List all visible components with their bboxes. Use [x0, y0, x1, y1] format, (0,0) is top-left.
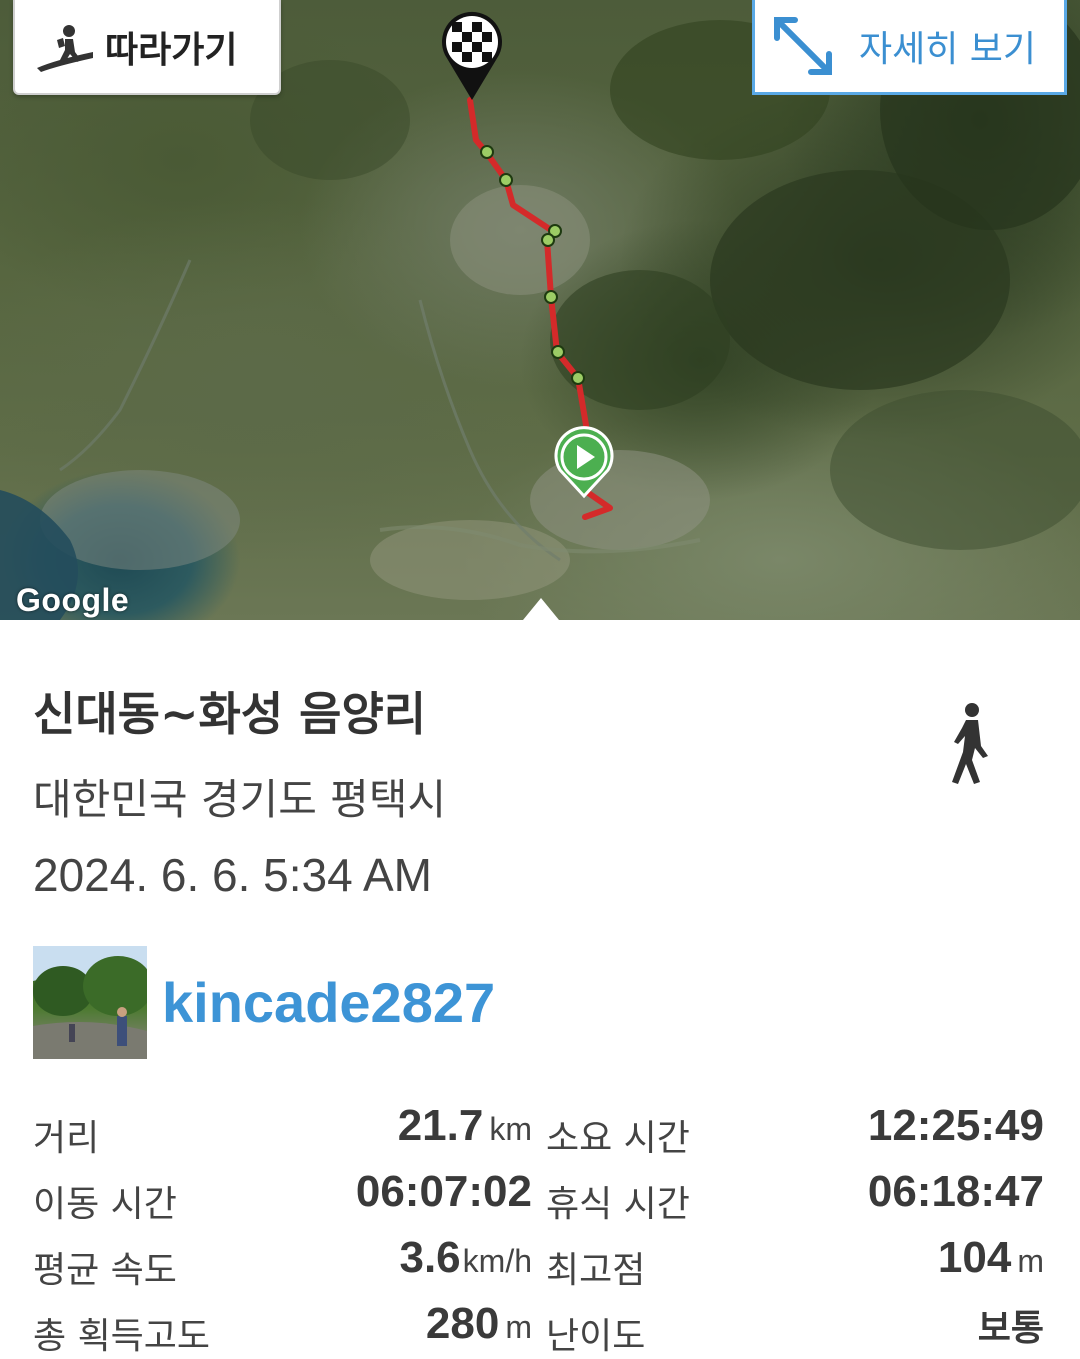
trail-info-panel: 신대동~화성 음양리 대한민국 경기도 평택시 2024. 6. 6. 5:34… — [0, 620, 1080, 1359]
follow-button-label: 따라가기 — [105, 29, 238, 71]
elevation-gain-label: 총 획득고도 — [33, 1316, 211, 1357]
distance-value: 21.7 km — [397, 1101, 532, 1150]
google-attribution: Google — [16, 582, 130, 618]
rest-time-value: 06:18:47 — [867, 1167, 1044, 1216]
elevation-gain-value: 280 m — [425, 1299, 532, 1348]
hiker-follow-icon — [37, 24, 93, 72]
moving-time-value: 06:07:02 — [355, 1167, 532, 1216]
walking-person-icon — [952, 703, 988, 784]
trail-title: 신대동~화성 음양리 — [33, 687, 427, 741]
panel-pointer — [523, 598, 559, 620]
duration-label: 소요 시간 — [546, 1118, 690, 1159]
difficulty-label: 난이도 — [546, 1316, 646, 1357]
trail-location: 대한민국 경기도 평택시 — [33, 775, 447, 824]
detail-view-label: 자세히 보기 — [859, 29, 1037, 70]
avg-speed-value: 3.6km/h — [399, 1233, 532, 1282]
difficulty-value: 보통 — [977, 1308, 1044, 1349]
moving-time-label: 이동 시간 — [33, 1184, 177, 1225]
stat-row: 평균 속도 3.6km/h 최고점 104 m — [0, 1227, 1080, 1291]
follow-button[interactable]: 따라가기 — [13, 0, 281, 95]
stat-row: 총 획득고도 280 m 난이도 보통 — [0, 1293, 1080, 1357]
expand-arrows-icon — [774, 17, 832, 75]
max-altitude-value: 104 m — [937, 1233, 1044, 1282]
username-link[interactable]: kincade2827 — [162, 970, 495, 1035]
max-altitude-label: 최고점 — [546, 1250, 646, 1291]
distance-label: 거리 — [33, 1118, 100, 1159]
rest-time-label: 휴식 시간 — [546, 1184, 690, 1225]
map-view[interactable]: 따라가기 자세히 보기 Google — [0, 0, 1080, 620]
detail-view-button[interactable]: 자세히 보기 — [752, 0, 1067, 95]
user-avatar[interactable] — [33, 946, 147, 1059]
avg-speed-label: 평균 속도 — [33, 1250, 177, 1291]
duration-value: 12:25:49 — [867, 1101, 1044, 1150]
stat-row: 거리 21.7 km 소요 시간 12:25:49 — [0, 1095, 1080, 1159]
finish-marker-icon[interactable] — [442, 11, 502, 101]
stat-row: 이동 시간 06:07:02 휴식 시간 06:18:47 — [0, 1161, 1080, 1225]
trail-datetime: 2024. 6. 6. 5:34 AM — [33, 849, 432, 901]
